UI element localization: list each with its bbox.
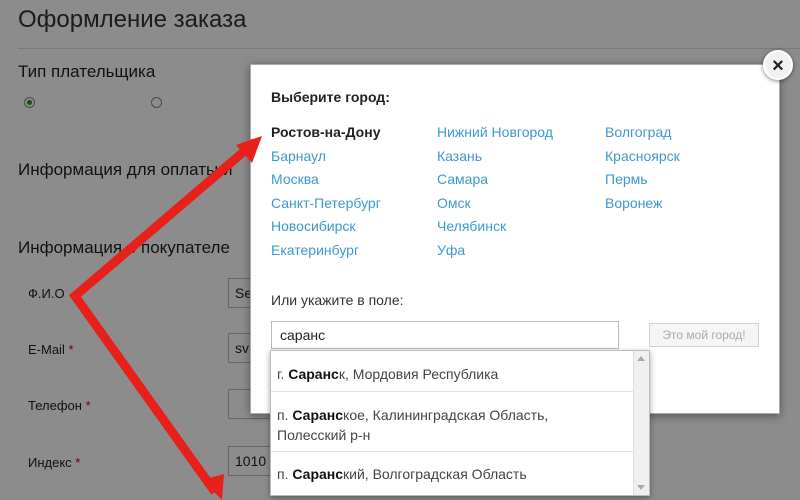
city-link[interactable]: Уфа (437, 239, 553, 263)
autocomplete-item[interactable]: г. Саранск, Мордовия Республика (271, 364, 633, 384)
city-column-2: Нижний Новгород Казань Самара Омск Челяб… (437, 121, 553, 262)
autocomplete-divider (271, 451, 633, 452)
city-link-current[interactable]: Ростов-на-Дону (271, 121, 381, 145)
city-autocomplete-dropdown: г. Саранск, Мордовия Республика п. Саран… (270, 350, 650, 496)
city-link[interactable]: Пермь (605, 168, 680, 192)
city-link[interactable]: Челябинск (437, 215, 553, 239)
close-icon[interactable]: × (763, 50, 793, 80)
city-link[interactable]: Санкт-Петербург (271, 192, 381, 216)
city-link[interactable]: Воронеж (605, 192, 680, 216)
city-link[interactable]: Барнаул (271, 145, 381, 169)
autocomplete-divider (271, 391, 633, 392)
city-link[interactable]: Красноярск (605, 145, 680, 169)
modal-heading: Выберите город: (271, 89, 390, 105)
city-link[interactable]: Нижний Новгород (437, 121, 553, 145)
city-link[interactable]: Самара (437, 168, 553, 192)
this-is-my-city-button[interactable]: Это мой город! (649, 323, 759, 347)
city-link[interactable]: Омск (437, 192, 553, 216)
city-search-input[interactable]: саранс (271, 321, 619, 349)
city-link[interactable]: Казань (437, 145, 553, 169)
scroll-down-icon[interactable] (637, 485, 645, 490)
city-link[interactable]: Волгоград (605, 121, 680, 145)
dropdown-scrollbar[interactable] (633, 351, 649, 495)
city-column-3: Волгоград Красноярск Пермь Воронеж (605, 121, 680, 215)
city-link[interactable]: Екатеринбург (271, 239, 381, 263)
city-column-1: Ростов-на-Дону Барнаул Москва Санкт-Пете… (271, 121, 381, 262)
autocomplete-item[interactable]: п. Саранское, Калининградская Область, По… (271, 405, 633, 445)
city-link[interactable]: Москва (271, 168, 381, 192)
scroll-up-icon[interactable] (637, 356, 645, 361)
manual-city-label: Или укажите в поле: (271, 292, 404, 308)
city-link[interactable]: Новосибирск (271, 215, 381, 239)
autocomplete-item[interactable]: п. Саранский, Волгоградская Область (271, 464, 633, 484)
